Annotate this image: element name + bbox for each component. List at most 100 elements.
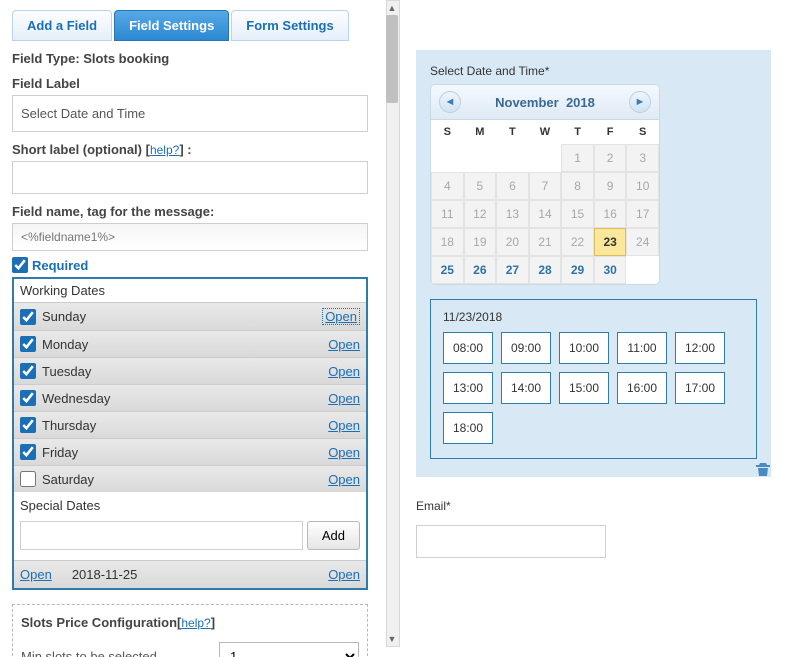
email-label: Email* (416, 499, 789, 513)
field-label-label: Field Label (12, 76, 368, 91)
cal-day[interactable]: 26 (464, 256, 497, 284)
fieldname-input[interactable] (12, 223, 368, 251)
cal-day[interactable]: 23 (594, 228, 627, 256)
price-help-link[interactable]: help? (181, 616, 210, 630)
day-row: Saturday Open (14, 465, 366, 492)
cal-dow: S (626, 120, 659, 144)
cal-day[interactable]: 24 (626, 228, 659, 256)
cal-month: November (495, 95, 559, 110)
required-checkbox[interactable] (12, 257, 28, 273)
cal-dow: F (594, 120, 627, 144)
field-label-input[interactable] (12, 95, 368, 132)
cal-dow: T (496, 120, 529, 144)
calendar-next-icon[interactable]: ► (629, 91, 651, 113)
price-title-text: Slots Price Configuration (21, 615, 177, 630)
short-label-input[interactable] (12, 161, 368, 194)
working-dates-box: Working Dates Sunday Open Monday Open Tuesda… (12, 277, 368, 590)
cal-day: 19 (464, 228, 497, 256)
day-name: Saturday (42, 472, 94, 487)
time-slot[interactable]: 16:00 (617, 372, 667, 404)
day-checkbox[interactable] (20, 471, 36, 487)
cal-day: 21 (529, 228, 562, 256)
cal-day: 15 (561, 200, 594, 228)
min-slots-select[interactable]: 1 (219, 642, 359, 657)
day-open-link[interactable]: Open (328, 391, 360, 406)
required-label: Required (32, 258, 88, 273)
cal-day: 5 (464, 172, 497, 200)
cal-empty (431, 144, 464, 172)
tab-form-settings[interactable]: Form Settings (231, 10, 348, 41)
time-slot[interactable]: 18:00 (443, 412, 493, 444)
time-slot[interactable]: 13:00 (443, 372, 493, 404)
day-open-link[interactable]: Open (328, 364, 360, 379)
time-slot[interactable]: 12:00 (675, 332, 725, 364)
time-slot[interactable]: 08:00 (443, 332, 493, 364)
day-row: Sunday Open (14, 302, 366, 330)
day-open-link[interactable]: Open (328, 472, 360, 487)
short-label-text: Short label (optional) (12, 142, 142, 157)
tab-field-settings[interactable]: Field Settings (114, 10, 229, 41)
cal-day: 10 (626, 172, 659, 200)
day-name: Tuesday (42, 364, 91, 379)
day-row: Wednesday Open (14, 384, 366, 411)
fieldname-label: Field name, tag for the message: (12, 204, 368, 219)
cal-day: 22 (561, 228, 594, 256)
day-checkbox[interactable] (20, 417, 36, 433)
time-slot[interactable]: 17:00 (675, 372, 725, 404)
day-name: Monday (42, 337, 88, 352)
cal-day[interactable]: 25 (431, 256, 464, 284)
day-checkbox[interactable] (20, 390, 36, 406)
cal-day[interactable]: 30 (594, 256, 627, 284)
calendar-prev-icon[interactable]: ◄ (439, 91, 461, 113)
day-name: Friday (42, 445, 78, 460)
cal-empty (529, 144, 562, 172)
day-open-link[interactable]: Open (328, 445, 360, 460)
day-checkbox[interactable] (20, 363, 36, 379)
slots-box: 11/23/2018 08:0009:0010:0011:0012:00 13:0… (430, 299, 757, 459)
day-checkbox[interactable] (20, 309, 36, 325)
day-name: Thursday (42, 418, 96, 433)
field-type-title: Field Type: Slots booking (12, 51, 368, 66)
cal-year: 2018 (566, 95, 595, 110)
cal-day[interactable]: 28 (529, 256, 562, 284)
day-open-link[interactable]: Open (328, 337, 360, 352)
cal-empty (496, 144, 529, 172)
add-special-date-button[interactable]: Add (307, 521, 360, 550)
cal-day[interactable]: 27 (496, 256, 529, 284)
day-checkbox[interactable] (20, 444, 36, 460)
cal-day: 14 (529, 200, 562, 228)
time-slot[interactable]: 15:00 (559, 372, 609, 404)
slots-price-box: Slots Price Configuration[help?] Min slo… (12, 604, 368, 657)
time-slot[interactable]: 14:00 (501, 372, 551, 404)
special-date-value: 2018-11-25 (72, 567, 328, 582)
scroll-down-icon[interactable]: ▼ (386, 633, 398, 645)
scrollbar-thumb[interactable] (386, 15, 398, 103)
day-name: Sunday (42, 309, 86, 324)
day-row: Friday Open (14, 438, 366, 465)
tab-add-field[interactable]: Add a Field (12, 10, 112, 41)
cal-day: 7 (529, 172, 562, 200)
special-open-right[interactable]: Open (328, 567, 360, 582)
cal-day: 3 (626, 144, 659, 172)
special-open-left[interactable]: Open (20, 567, 52, 582)
day-open-link[interactable]: Open (322, 308, 360, 325)
trash-icon[interactable] (755, 461, 773, 479)
cal-day: 6 (496, 172, 529, 200)
email-input[interactable] (416, 525, 606, 558)
day-name: Wednesday (42, 391, 110, 406)
day-checkbox[interactable] (20, 336, 36, 352)
preview-field-label: Select Date and Time* (430, 64, 757, 78)
time-slot[interactable]: 09:00 (501, 332, 551, 364)
time-slot[interactable]: 10:00 (559, 332, 609, 364)
left-scrollbar[interactable]: ▲ ▼ (386, 0, 400, 647)
working-title: Working Dates (14, 279, 366, 302)
special-date-input[interactable] (20, 521, 303, 550)
scroll-up-icon[interactable]: ▲ (386, 2, 398, 14)
time-slot[interactable]: 11:00 (617, 332, 667, 364)
selected-date-label: 11/23/2018 (443, 310, 744, 324)
cal-day[interactable]: 29 (561, 256, 594, 284)
short-label-help-link[interactable]: help? (150, 143, 179, 157)
cal-day: 13 (496, 200, 529, 228)
day-open-link[interactable]: Open (328, 418, 360, 433)
cal-day: 9 (594, 172, 627, 200)
